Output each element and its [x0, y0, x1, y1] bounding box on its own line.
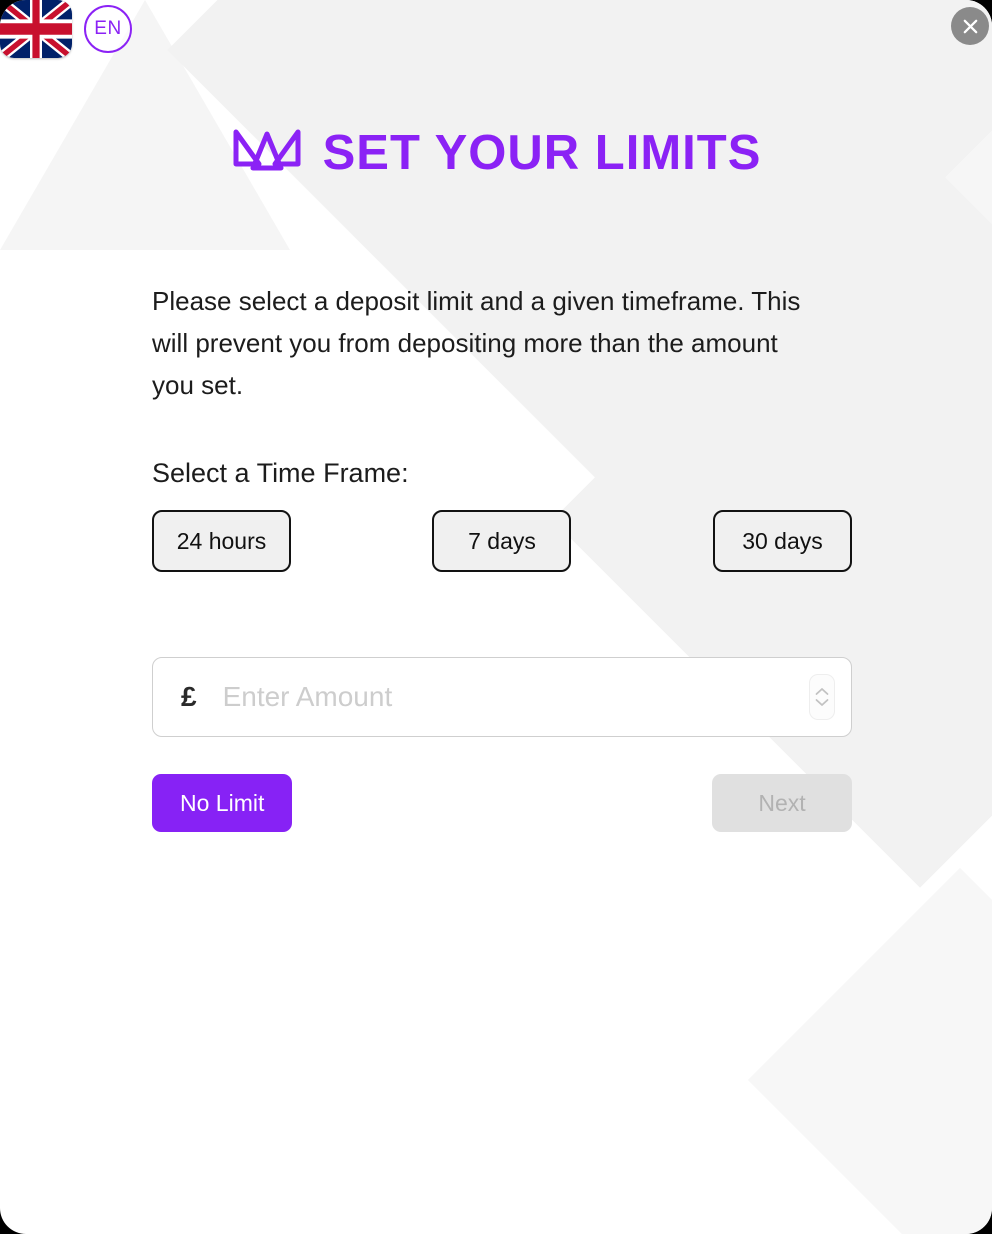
- chevron-down-icon[interactable]: [815, 698, 829, 707]
- language-bar: EN: [0, 0, 132, 58]
- timeframe-slot-3: 30 days: [619, 510, 852, 572]
- timeframe-button-24-hours[interactable]: 24 hours: [152, 510, 291, 572]
- timeframe-button-7-days[interactable]: 7 days: [432, 510, 572, 572]
- close-glyph: [963, 19, 977, 33]
- timeframe-button-30-days[interactable]: 30 days: [712, 510, 852, 572]
- modal-content: Please select a deposit limit and a give…: [152, 280, 854, 832]
- intro-text: Please select a deposit limit and a give…: [152, 286, 801, 400]
- page-title-text: SET YOUR LIMITS: [322, 125, 762, 180]
- page-title: SET YOUR LIMITS: [0, 124, 992, 181]
- no-limit-button[interactable]: No Limit: [152, 774, 293, 832]
- chevron-up-icon[interactable]: [815, 687, 829, 696]
- amount-field-container[interactable]: £: [152, 657, 852, 737]
- language-badge[interactable]: EN: [84, 5, 132, 53]
- close-icon[interactable]: [951, 7, 989, 45]
- timeframe-slot-2: 7 days: [385, 510, 618, 572]
- timeframe-options: 24 hours 7 days 30 days: [152, 510, 852, 572]
- crown-icon: [231, 124, 303, 181]
- amount-stepper[interactable]: [809, 674, 835, 720]
- set-limits-modal: EN SET YOUR LIMITS Please select a depos…: [0, 0, 992, 1234]
- timeframe-label: Select a Time Frame:: [152, 458, 409, 488]
- currency-symbol: £: [181, 681, 197, 712]
- next-button[interactable]: Next: [712, 774, 852, 832]
- background-watermark-corner: [747, 867, 992, 1234]
- amount-input[interactable]: [222, 681, 809, 713]
- action-buttons: No Limit Next: [152, 774, 852, 832]
- language-code: EN: [94, 18, 122, 39]
- uk-flag-icon[interactable]: [0, 0, 72, 58]
- timeframe-slot-1: 24 hours: [152, 510, 385, 572]
